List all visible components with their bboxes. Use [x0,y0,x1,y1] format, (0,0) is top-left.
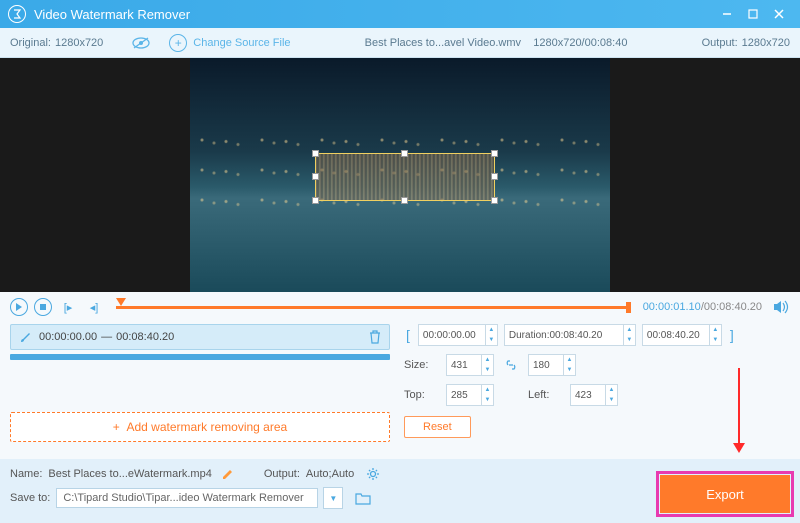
video-frame[interactable] [190,58,610,292]
save-path-input[interactable] [56,488,318,508]
duration-input[interactable]: ▲▼ [504,324,636,346]
plus-icon: + [113,420,120,434]
output-fmt-label: Output: [264,468,300,480]
current-file-info: Best Places to...avel Video.wmv 1280x720… [291,37,702,49]
volume-icon[interactable] [774,300,790,314]
resize-handle-ml[interactable] [312,173,319,180]
titlebar: Video Watermark Remover [0,0,800,28]
output-resolution: 1280x720 [742,37,790,49]
clip-segment[interactable]: 00:00:00.00 — 00:08:40.20 [10,324,390,350]
add-watermark-area-button[interactable]: + Add watermark removing area [10,412,390,442]
resize-handle-tm[interactable] [401,150,408,157]
delete-clip-icon[interactable] [369,330,381,344]
left-label: Left: [528,389,564,401]
plus-icon: + [169,34,187,52]
minimize-button[interactable] [714,4,740,24]
brush-icon [19,330,33,344]
clip-start: 00:00:00.00 [39,331,97,343]
range-end-input[interactable]: ▲▼ [642,324,722,346]
original-resolution: 1280x720 [55,37,103,49]
original-label: Original: [10,37,51,49]
bracket-close-icon[interactable]: ] [728,327,736,343]
resize-handle-br[interactable] [491,197,498,204]
mark-in-button[interactable]: [▸ [58,298,78,316]
edit-name-icon[interactable] [222,468,234,480]
top-label: Top: [404,389,440,401]
info-bar: Original: 1280x720 + Change Source File … [0,28,800,58]
close-button[interactable] [766,4,792,24]
bracket-open-icon[interactable]: [ [404,327,412,343]
playback-controls: [▸ ◂] 00:00:01.10/00:08:40.20 [0,292,800,318]
timeline-scrubber[interactable] [116,302,631,312]
resize-handle-tr[interactable] [491,150,498,157]
width-input[interactable]: ▲▼ [446,354,494,376]
watermark-selection-box[interactable] [315,153,495,201]
save-path-dropdown[interactable]: ▼ [323,487,343,509]
export-button[interactable]: Export [660,475,790,513]
resize-handle-bl[interactable] [312,197,319,204]
app-title: Video Watermark Remover [34,7,190,22]
output-fmt-value: Auto;Auto [306,468,354,480]
app-logo-icon [8,5,26,23]
playhead-marker[interactable] [116,298,126,306]
output-label: Output: [702,37,738,49]
resize-handle-mr[interactable] [491,173,498,180]
clip-end: 00:08:40.20 [116,331,174,343]
clip-range-bar[interactable] [10,354,390,360]
time-display: 00:00:01.10/00:08:40.20 [643,301,762,313]
reset-button[interactable]: Reset [404,416,471,438]
range-start-input[interactable]: ▲▼ [418,324,498,346]
output-name: Best Places to...eWatermark.mp4 [48,468,211,480]
video-preview-area [0,58,800,292]
change-source-label: Change Source File [193,37,290,49]
left-input[interactable]: ▲▼ [570,384,618,406]
output-settings-icon[interactable] [366,467,380,481]
change-source-button[interactable]: + Change Source File [169,34,290,52]
stop-button[interactable] [34,298,52,316]
maximize-button[interactable] [740,4,766,24]
top-input[interactable]: ▲▼ [446,384,494,406]
preview-toggle-icon[interactable] [131,36,151,50]
height-input[interactable]: ▲▼ [528,354,576,376]
name-label: Name: [10,468,42,480]
resize-handle-tl[interactable] [312,150,319,157]
play-button[interactable] [10,298,28,316]
resize-handle-bm[interactable] [401,197,408,204]
mark-out-button[interactable]: ◂] [84,298,104,316]
open-folder-icon[interactable] [355,492,371,505]
size-label: Size: [404,359,440,371]
link-aspect-icon[interactable] [504,359,518,371]
save-to-label: Save to: [10,492,50,504]
